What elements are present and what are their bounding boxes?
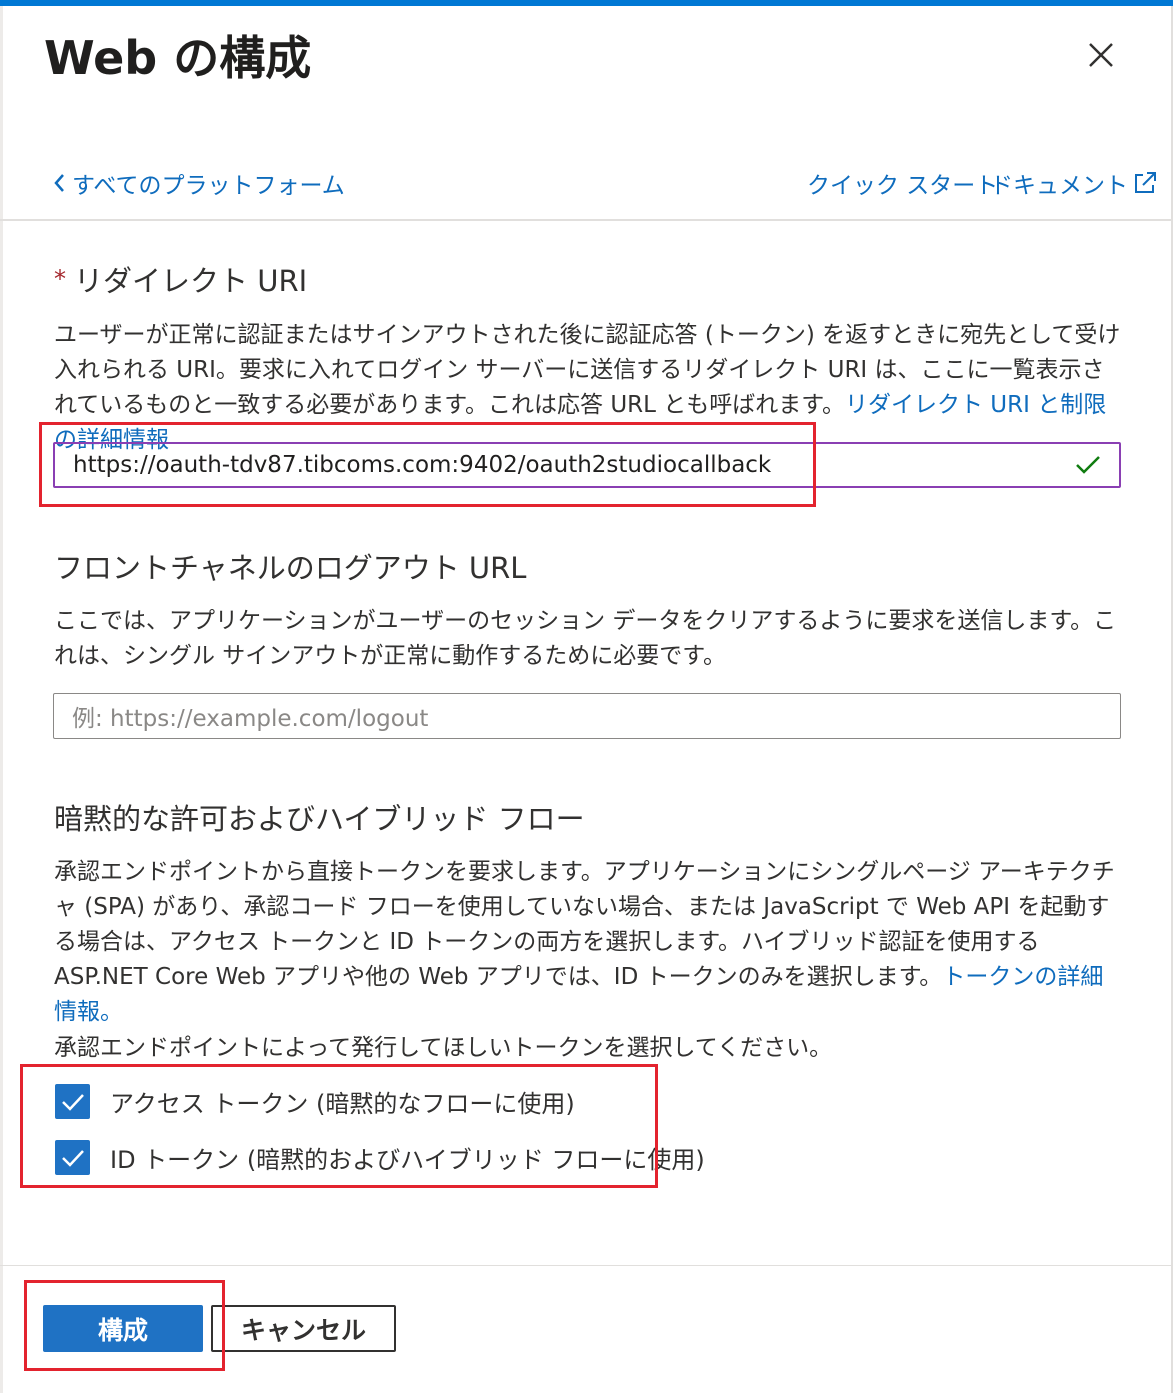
chevron-left-icon: [54, 174, 64, 192]
footer-divider: [0, 1265, 1173, 1266]
logout-url-description: ここでは、アプリケーションがユーザーのセッション データをクリアするように要求を…: [54, 608, 1117, 669]
check-icon: [61, 1149, 84, 1167]
required-marker: *: [54, 265, 66, 293]
back-to-platforms-link[interactable]: すべてのプラットフォーム: [52, 166, 345, 200]
docs-link[interactable]: ドキュメント: [990, 166, 1158, 200]
left-edge: [0, 6, 3, 1393]
logout-url-input[interactable]: 例: https://example.com/logout: [53, 693, 1121, 739]
quickstart-link[interactable]: クイック スタート: [807, 166, 998, 200]
redirect-uri-heading: * リダイレクト URI: [54, 258, 307, 300]
header-divider: [0, 219, 1173, 221]
access-token-checkbox-row[interactable]: アクセス トークン (暗黙的なフローに使用): [55, 1084, 575, 1119]
check-icon: [61, 1093, 84, 1111]
access-token-label: アクセス トークン (暗黙的なフローに使用): [110, 1090, 575, 1118]
cancel-button[interactable]: キャンセル: [211, 1305, 396, 1352]
panel-title: Web の構成: [44, 31, 312, 85]
token-select-instruction: 承認エンドポイントによって発行してほしいトークンを選択してください。: [54, 1035, 833, 1061]
checkmark-icon: [1076, 456, 1100, 474]
top-accent-bar: [0, 0, 1173, 6]
id-token-label: ID トークン (暗黙的およびハイブリッド フローに使用): [110, 1146, 705, 1174]
redirect-uri-input[interactable]: https://oauth-tdv87.tibcoms.com:9402/oau…: [53, 442, 1121, 488]
access-token-checkbox[interactable]: [55, 1084, 90, 1119]
back-label: すべてのプラットフォーム: [72, 173, 345, 199]
id-token-checkbox-row[interactable]: ID トークン (暗黙的およびハイブリッド フローに使用): [55, 1140, 705, 1175]
redirect-uri-description: ユーザーが正常に認証またはサインアウトされた後に認証応答 (トークン) を返すと…: [54, 318, 1124, 458]
redirect-uri-heading-text: リダイレクト URI: [74, 264, 308, 298]
id-token-checkbox[interactable]: [55, 1140, 90, 1175]
external-link-icon: [1135, 172, 1156, 193]
implicit-grant-heading: 暗黙的な許可およびハイブリッド フロー: [54, 802, 585, 836]
configure-button[interactable]: 構成: [43, 1305, 203, 1352]
logout-url-placeholder: 例: https://example.com/logout: [72, 706, 429, 732]
close-button[interactable]: [1080, 34, 1122, 76]
implicit-grant-description: 承認エンドポイントから直接トークンを要求します。アプリケーションにシングルページ…: [54, 855, 1124, 1030]
redirect-uri-value: https://oauth-tdv87.tibcoms.com:9402/oau…: [73, 452, 772, 478]
logout-url-heading: フロントチャネルのログアウト URL: [54, 551, 527, 585]
docs-label: ドキュメント: [990, 173, 1128, 199]
close-icon: [1089, 43, 1113, 67]
